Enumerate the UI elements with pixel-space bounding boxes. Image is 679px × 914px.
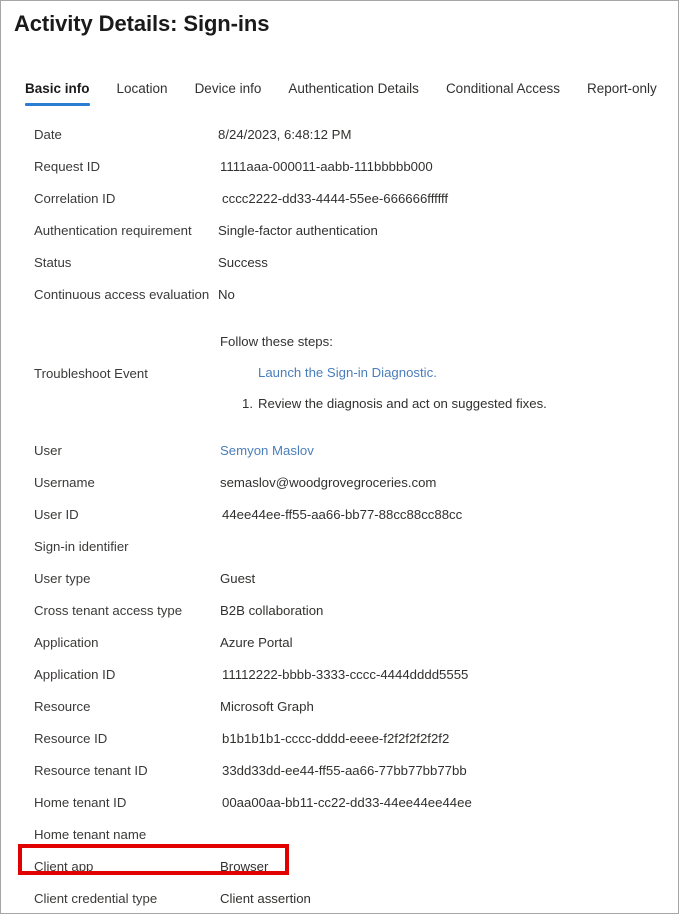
troubleshoot-step: 1. Review the diagnosis and act on sugges… bbox=[218, 389, 678, 419]
detail-row-status: Status Success bbox=[1, 247, 678, 279]
detail-value: Microsoft Graph bbox=[220, 699, 314, 714]
detail-row-home-tenant-id: Home tenant ID 00aa00aa-bb11-cc22-dd33-4… bbox=[1, 787, 678, 819]
detail-row-user: User Semyon Maslov bbox=[1, 435, 678, 467]
troubleshoot-body: Follow these steps: Launch the Sign-in D… bbox=[218, 327, 678, 419]
detail-row-cross-tenant-access-type: Cross tenant access type B2B collaborati… bbox=[1, 595, 678, 627]
tab-conditional-access[interactable]: Conditional Access bbox=[446, 81, 560, 106]
detail-label: Status bbox=[34, 255, 72, 270]
detail-value: Browser bbox=[220, 859, 269, 874]
detail-value: Success bbox=[218, 255, 268, 270]
detail-label: Home tenant name bbox=[34, 827, 147, 842]
detail-row-resource-id: Resource ID b1b1b1b1-cccc-dddd-eeee-f2f2… bbox=[1, 723, 678, 755]
detail-value: Azure Portal bbox=[220, 635, 293, 650]
detail-value: b1b1b1b1-cccc-dddd-eeee-f2f2f2f2f2f2 bbox=[222, 731, 450, 746]
detail-row-date: Date 8/24/2023, 6:48:12 PM bbox=[1, 119, 678, 151]
launch-signin-diagnostic-link[interactable]: Launch the Sign-in Diagnostic. bbox=[218, 357, 678, 389]
detail-row-correlation-id: Correlation ID cccc2222-dd33-4444-55ee-6… bbox=[1, 183, 678, 215]
detail-row-client-credential-type: Client credential type Client assertion bbox=[1, 883, 678, 913]
troubleshoot-intro: Follow these steps: bbox=[220, 334, 333, 349]
troubleshoot-step-text: Review the diagnosis and act on suggeste… bbox=[258, 396, 547, 411]
tab-basic-info[interactable]: Basic info bbox=[25, 81, 90, 106]
detail-label: Home tenant ID bbox=[34, 795, 127, 810]
detail-label: Authentication requirement bbox=[34, 223, 192, 238]
detail-value: 33dd33dd-ee44-ff55-aa66-77bb77bb77bb bbox=[222, 763, 467, 778]
detail-label: Troubleshoot Event bbox=[34, 365, 148, 381]
detail-label: Application ID bbox=[34, 667, 116, 682]
detail-label: Sign-in identifier bbox=[34, 539, 129, 554]
detail-row-user-type: User type Guest bbox=[1, 563, 678, 595]
detail-row-troubleshoot-event: Troubleshoot Event Follow these steps: L… bbox=[1, 322, 678, 424]
detail-label: User ID bbox=[34, 507, 79, 522]
details-list: Date 8/24/2023, 6:48:12 PM Request ID 11… bbox=[1, 119, 678, 913]
detail-value: Client assertion bbox=[220, 891, 311, 906]
detail-value: 11112222-bbbb-3333-cccc-4444dddd5555 bbox=[222, 667, 469, 682]
detail-value: cccc2222-dd33-4444-55ee-666666ffffff bbox=[222, 191, 449, 206]
tab-label: Conditional Access bbox=[445, 81, 561, 96]
detail-row-home-tenant-name: Home tenant name bbox=[1, 819, 678, 851]
tab-label: Basic info bbox=[25, 81, 90, 96]
detail-label: Client credential type bbox=[34, 891, 158, 906]
activity-details-panel: Activity Details: Sign-ins Basic info Lo… bbox=[0, 0, 679, 914]
detail-value: 44ee44ee-ff55-aa66-bb77-88cc88cc88cc bbox=[222, 507, 463, 522]
detail-label: Request ID bbox=[34, 159, 100, 174]
detail-row-authentication-requirement: Authentication requirement Single-factor… bbox=[1, 215, 678, 247]
detail-value: 1111aaa-000011-aabb-111bbbbb000 bbox=[220, 159, 433, 174]
detail-label: Cross tenant access type bbox=[34, 603, 183, 618]
tab-label: Report-only bbox=[587, 81, 657, 96]
tab-label: Authentication Details bbox=[288, 81, 419, 96]
detail-value: 00aa00aa-bb11-cc22-dd33-44ee44ee44ee bbox=[222, 795, 472, 810]
detail-label: Resource bbox=[34, 699, 91, 714]
page-title: Activity Details: Sign-ins bbox=[14, 11, 270, 36]
detail-label: Username bbox=[34, 475, 95, 490]
detail-row-resource-tenant-id: Resource tenant ID 33dd33dd-ee44-ff55-aa… bbox=[1, 755, 678, 787]
detail-label: Continuous access evaluation bbox=[34, 287, 210, 302]
detail-value: 8/24/2023, 6:48:12 PM bbox=[218, 127, 352, 142]
detail-label: Resource tenant ID bbox=[34, 763, 148, 778]
detail-row-resource: Resource Microsoft Graph bbox=[1, 691, 678, 723]
detail-label: Date bbox=[34, 127, 62, 142]
detail-label: Resource ID bbox=[34, 731, 108, 746]
detail-value: Guest bbox=[220, 571, 256, 586]
detail-row-application-id: Application ID 11112222-bbbb-3333-cccc-4… bbox=[1, 659, 678, 691]
tab-bar: Basic info Location Device info Authenti… bbox=[25, 81, 657, 109]
tab-label: Device info bbox=[194, 81, 262, 96]
tab-device-info[interactable]: Device info bbox=[195, 81, 262, 106]
detail-label: Correlation ID bbox=[34, 191, 116, 206]
detail-value: No bbox=[218, 287, 235, 302]
detail-row-request-id: Request ID 1111aaa-000011-aabb-111bbbbb0… bbox=[1, 151, 678, 183]
detail-row-signin-identifier: Sign-in identifier bbox=[1, 531, 678, 563]
detail-value: Single-factor authentication bbox=[218, 223, 378, 238]
user-link[interactable]: Semyon Maslov bbox=[218, 435, 678, 467]
detail-row-client-app: Client app Browser bbox=[1, 851, 678, 883]
detail-label: User type bbox=[34, 571, 91, 586]
detail-value: semaslov@woodgrovegroceries.com bbox=[220, 475, 437, 490]
tab-location[interactable]: Location bbox=[117, 81, 168, 106]
detail-label: User bbox=[34, 443, 62, 458]
detail-row-username: Username semaslov@woodgrovegroceries.com bbox=[1, 467, 678, 499]
detail-row-continuous-access-evaluation: Continuous access evaluation No bbox=[1, 279, 678, 311]
tab-report-only[interactable]: Report-only bbox=[587, 81, 657, 106]
detail-row-user-id: User ID 44ee44ee-ff55-aa66-bb77-88cc88cc… bbox=[1, 499, 678, 531]
troubleshoot-step-number: 1. bbox=[242, 396, 253, 411]
detail-label: Client app bbox=[34, 859, 94, 874]
detail-value: B2B collaboration bbox=[220, 603, 324, 618]
detail-label: Application bbox=[34, 635, 99, 650]
detail-row-application: Application Azure Portal bbox=[1, 627, 678, 659]
tab-authentication-details[interactable]: Authentication Details bbox=[288, 81, 419, 106]
tab-label: Location bbox=[116, 81, 168, 96]
